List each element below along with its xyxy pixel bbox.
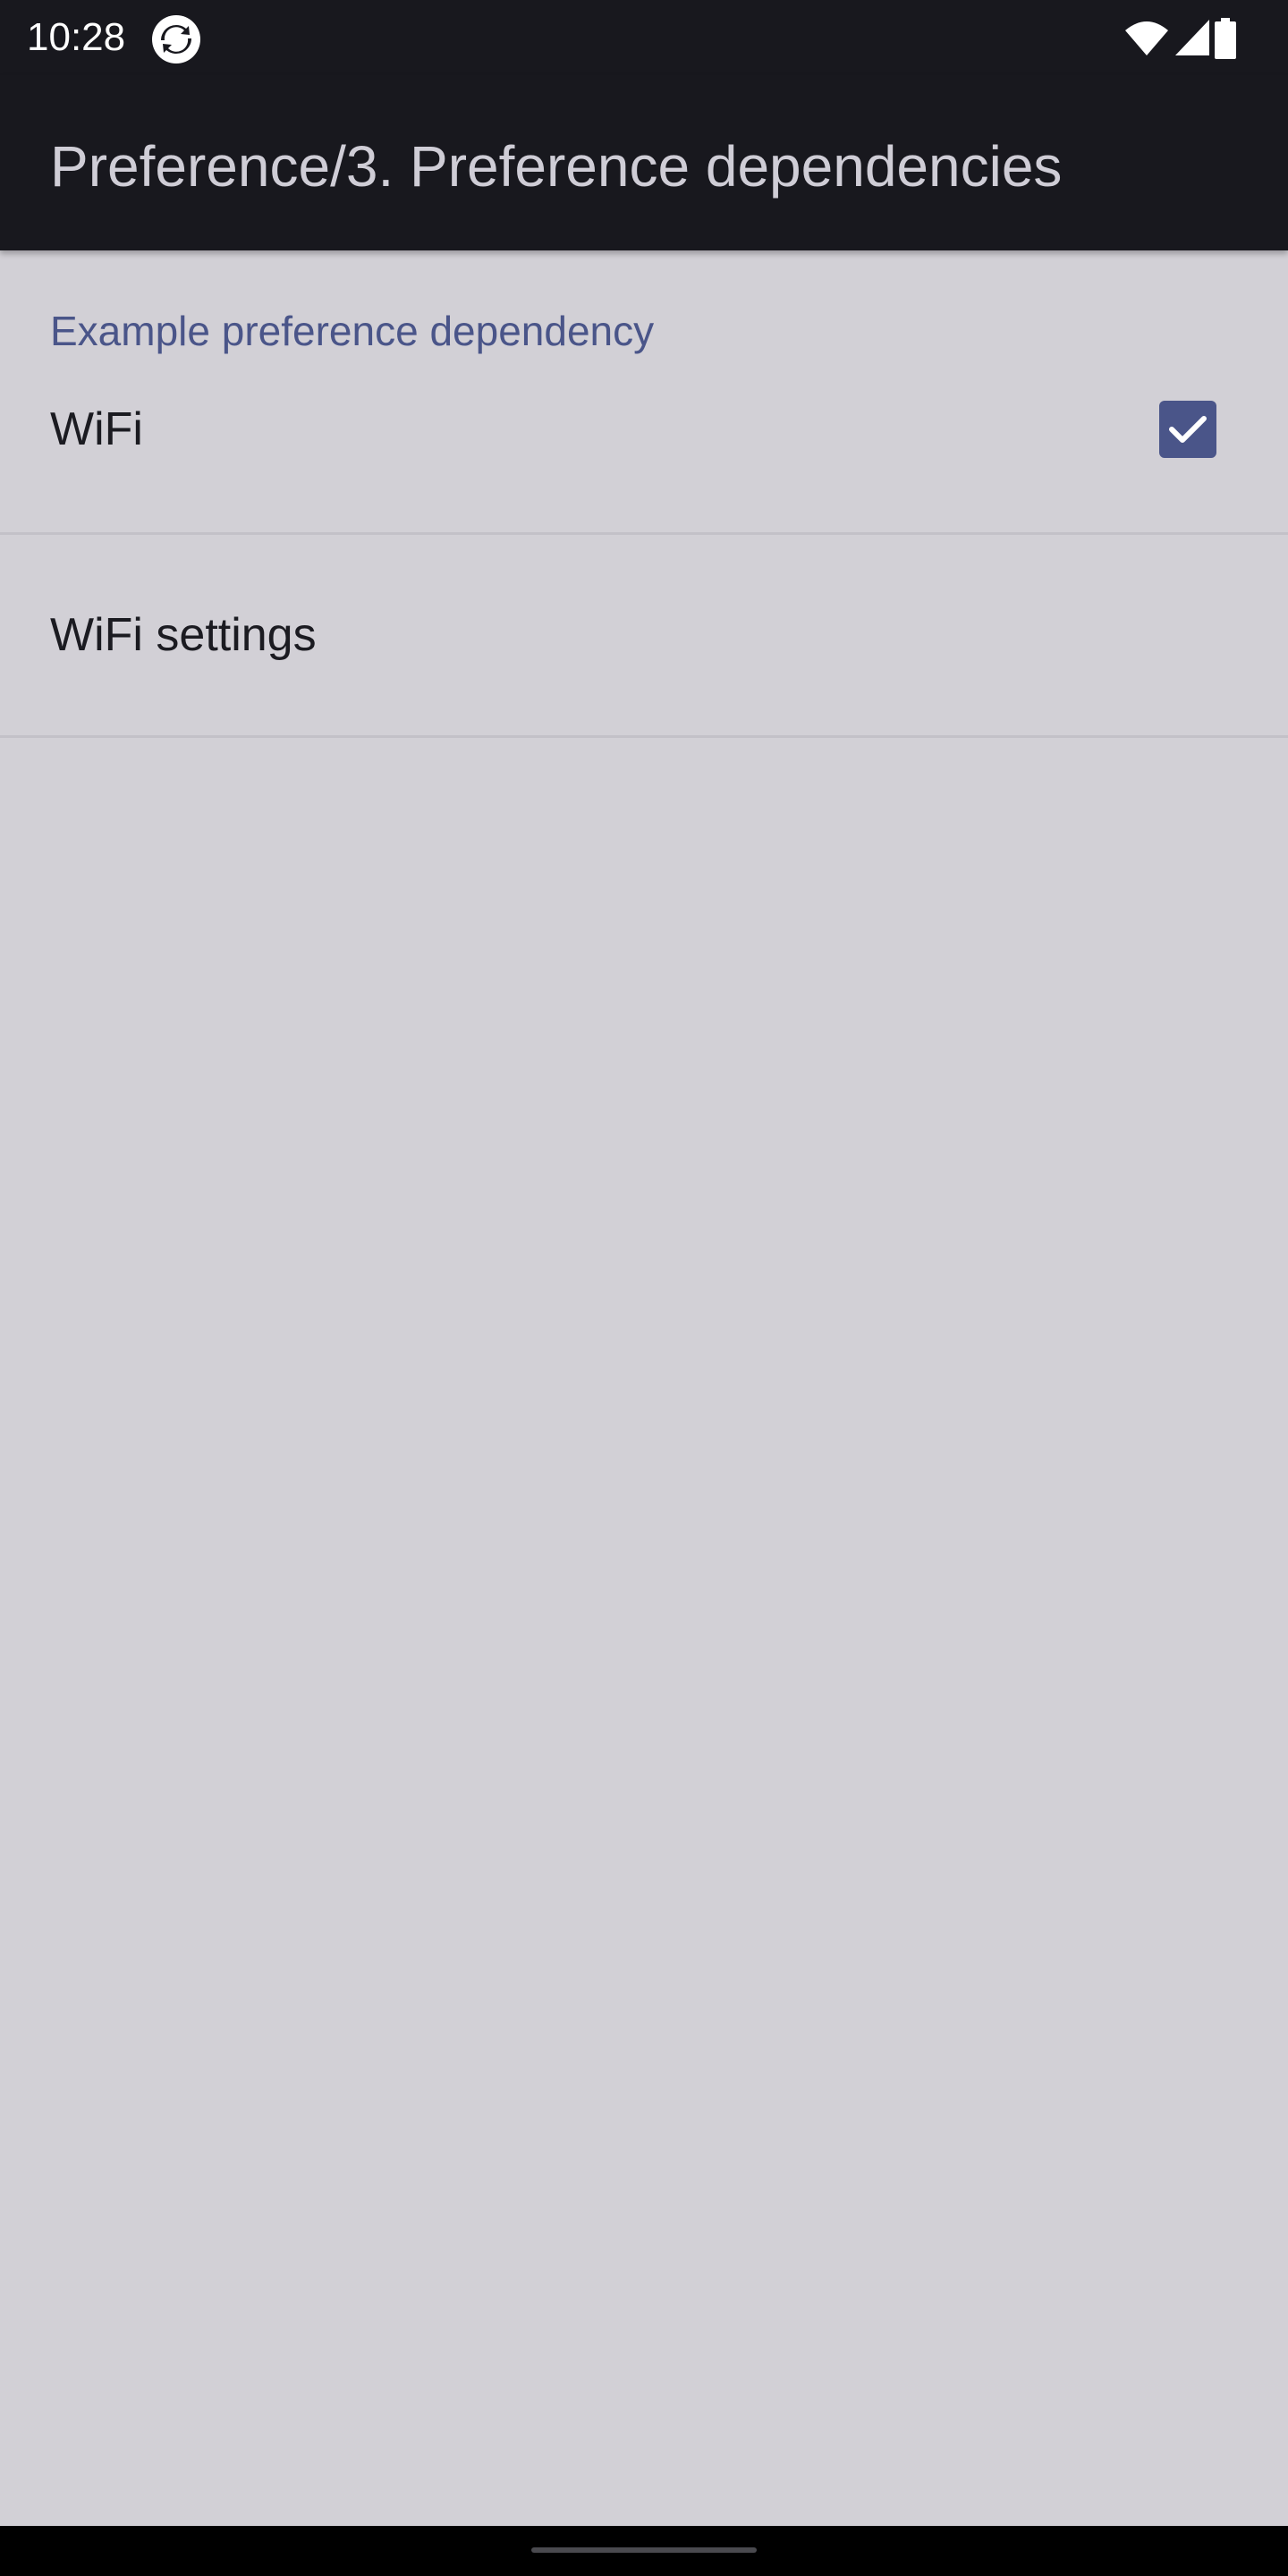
home-gesture-handle[interactable] xyxy=(531,2547,757,2553)
navigation-bar xyxy=(0,2526,1288,2576)
divider xyxy=(0,735,1288,738)
toolbar-title: Preference/3. Preference dependencies xyxy=(50,134,1063,199)
wifi-checkbox[interactable] xyxy=(1159,401,1216,458)
wifi-icon xyxy=(1123,20,1170,57)
status-bar: 10:28 xyxy=(0,0,1288,75)
wifi-settings-preference[interactable]: WiFi settings xyxy=(0,535,1288,737)
wifi-preference-title: WiFi xyxy=(50,403,143,455)
app-toolbar: Preference/3. Preference dependencies xyxy=(0,75,1288,250)
sync-app-icon xyxy=(150,13,202,65)
signal-icon xyxy=(1174,18,1211,57)
wifi-settings-preference-title: WiFi settings xyxy=(50,609,317,661)
wifi-preference[interactable]: WiFi xyxy=(0,367,1288,535)
status-time: 10:28 xyxy=(27,15,126,59)
checkmark-icon xyxy=(1169,416,1207,443)
battery-icon xyxy=(1213,18,1238,59)
preference-category-header: Example preference dependency xyxy=(50,308,655,354)
